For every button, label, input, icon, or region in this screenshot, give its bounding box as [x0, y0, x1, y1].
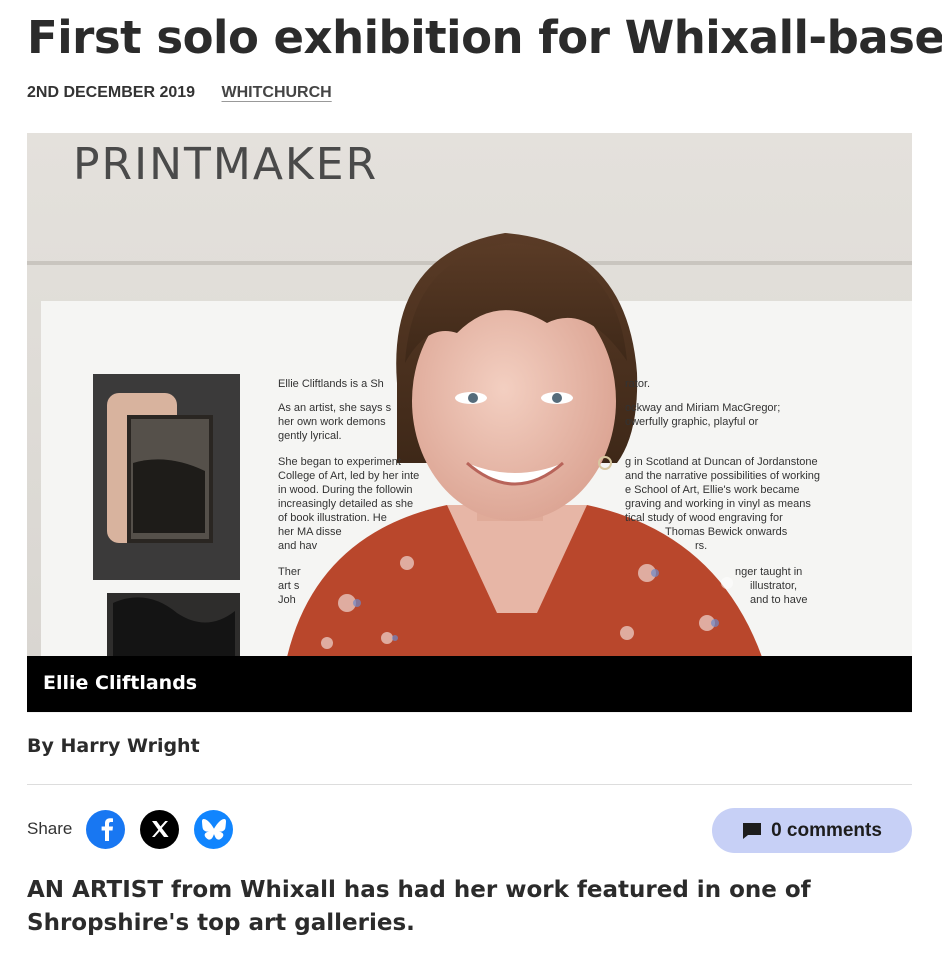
bluesky-share-button[interactable]: [194, 809, 234, 849]
image-caption: Ellie Cliftlands: [43, 672, 198, 694]
location-tag-link[interactable]: WHITCHURCH: [222, 84, 332, 101]
comment-icon: [743, 822, 762, 839]
share-label: Share: [27, 819, 73, 838]
comments-button[interactable]: 0 comments: [712, 808, 912, 853]
wall-title: PRINTMAKER: [73, 139, 379, 190]
publish-date: 2ND DECEMBER 2019: [27, 84, 196, 101]
comments-count-label: 0 comments: [771, 819, 882, 841]
article-headline: First solo exhibition for Whixall-based …: [27, 11, 942, 64]
x-icon: [151, 821, 169, 837]
facebook-icon: [101, 818, 113, 841]
facebook-share-button[interactable]: [86, 809, 126, 849]
x-share-button[interactable]: [140, 809, 180, 849]
hero-figure: PRINTMAKER Ellie Cliftlands is a Sh As a…: [27, 133, 912, 713]
divider: [27, 784, 912, 785]
byline: By Harry Wright: [27, 735, 200, 757]
article-meta: 2ND DECEMBER 2019 WHITCHURCH: [27, 84, 332, 102]
panel-text-right: rator. ockway and Miriam MacGregor; ower…: [625, 378, 821, 606]
hero-photo: PRINTMAKER Ellie Cliftlands is a Sh As a…: [27, 133, 912, 657]
caption-bar: Ellie Cliftlands: [27, 656, 912, 712]
share-bar: Share: [27, 806, 248, 852]
article-lead-paragraph: AN ARTIST from Whixall has had her work …: [27, 877, 811, 936]
panel-text-left: Ellie Cliftlands is a Sh As an artist, s…: [278, 378, 420, 606]
bluesky-icon: [201, 818, 226, 840]
